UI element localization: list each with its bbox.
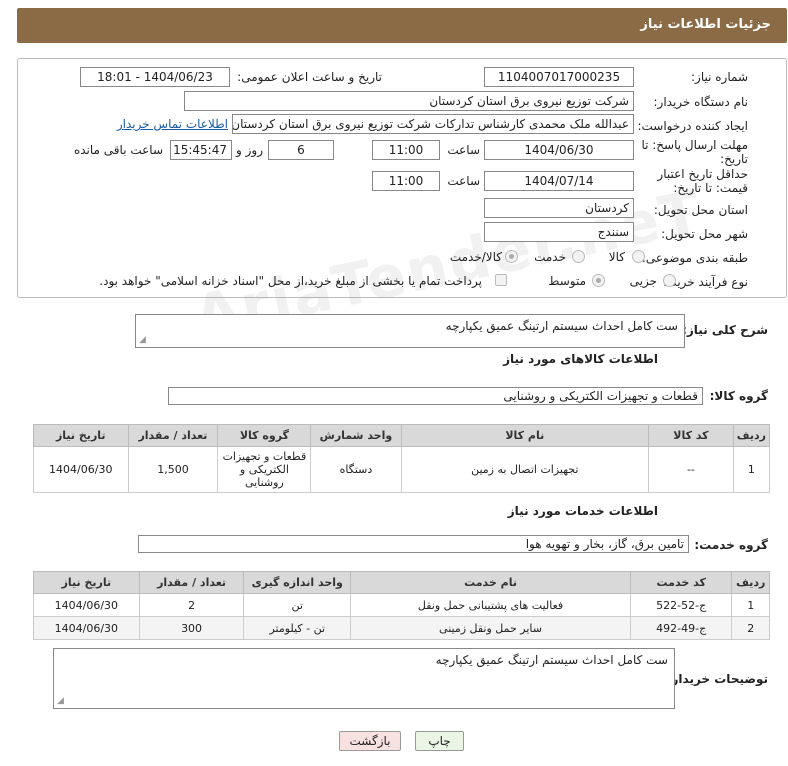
goods-col-date: تاریخ نیاز: [33, 424, 129, 447]
services-cell-row: 1: [731, 593, 770, 617]
treasury-checkbox[interactable]: [495, 274, 507, 286]
category-radio-goods-service[interactable]: [505, 250, 518, 263]
treasury-note: پرداخت تمام یا بخشی از مبلغ خرید،از محل …: [99, 274, 482, 288]
services-col-unit: واحد اندازه گیری: [243, 571, 352, 594]
buyer-org-label: نام دستگاه خریدار:: [653, 95, 749, 109]
requester-label: ایجاد کننده درخواست:: [637, 119, 748, 133]
remaining-label: ساعت باقی مانده: [73, 143, 163, 157]
services-cell-unit: تن - کیلومتر: [243, 616, 352, 640]
remaining-time-field: 15:45:47: [170, 140, 232, 160]
process-label: نوع فرآیند خرید :: [663, 275, 748, 289]
services-cell-name: سایر حمل ونقل زمینی: [350, 616, 631, 640]
validity-label: حداقل تاریخ اعتبار قیمت: تا تاریخ:: [657, 167, 748, 195]
category-option-service: خدمت: [534, 250, 566, 264]
goods-cell-code: --: [648, 446, 734, 493]
services-group-label: گروه خدمت:: [694, 538, 768, 552]
services-col-row: ردیف: [731, 571, 770, 594]
goods-col-code: کد کالا: [648, 424, 734, 447]
back-button[interactable]: بازگشت: [339, 731, 401, 751]
process-option-minor: جزیی: [629, 274, 657, 288]
deadline-time-label: ساعت: [447, 143, 480, 157]
validity-time-field: 11:00: [372, 171, 440, 191]
category-option-goods-service: کالا/خدمت: [449, 250, 502, 264]
days-label: روز و: [236, 143, 263, 157]
city-field: سنندج: [484, 222, 634, 242]
province-field: کردستان: [484, 198, 634, 218]
description-text: ست کامل احداث سیستم ارتینگ عمیق یکپارچه: [445, 319, 678, 333]
services-cell-date: 1404/06/30: [33, 616, 140, 640]
deadline-time-field: 11:00: [372, 140, 440, 160]
goods-cell-row: 1: [732, 446, 771, 493]
goods-col-qty: تعداد / مقدار: [127, 424, 219, 447]
deadline-days-field: 6: [268, 140, 334, 160]
services-col-name: نام خدمت: [350, 571, 631, 594]
process-radio-minor[interactable]: [663, 274, 676, 287]
deadline-date-field: 1404/06/30: [484, 140, 634, 160]
goods-cell-name: تجهیزات اتصال به زمین: [400, 446, 650, 493]
table-row: 1 ج-52-522 فعالیت های پشتیبانی حمل ونقل …: [33, 593, 770, 617]
services-cell-code: ج-52-522: [629, 593, 733, 617]
page-header: جزئیات اطلاعات نیاز: [17, 8, 787, 43]
need-number-label: شماره نیاز:: [691, 70, 748, 84]
resize-grip-icon[interactable]: ◢: [57, 696, 64, 706]
city-label: شهر محل تحویل:: [661, 227, 748, 241]
validity-date-field: 1404/07/14: [484, 171, 634, 191]
services-col-date: تاریخ نیاز: [33, 571, 140, 594]
category-radio-service[interactable]: [572, 250, 585, 263]
buyer-notes-field: ست کامل احداث سیستم ارتینگ عمیق یکپارچه …: [53, 648, 675, 709]
deadline-label: مهلت ارسال پاسخ: تا تاریخ:: [641, 138, 748, 166]
province-label: استان محل تحویل:: [653, 203, 748, 217]
category-option-goods: کالا: [608, 250, 625, 264]
goods-cell-qty: 1,500: [127, 446, 219, 493]
resize-grip-icon[interactable]: ◢: [139, 335, 146, 345]
category-radio-goods[interactable]: [632, 250, 645, 263]
buyer-org-field: شرکت توزیع نیروی برق استان کردستان: [184, 91, 634, 111]
print-button[interactable]: چاپ: [415, 731, 464, 751]
services-col-code: کد خدمت: [629, 571, 733, 594]
goods-col-group: گروه کالا: [217, 424, 312, 447]
services-cell-qty: 2: [138, 593, 245, 617]
goods-col-unit: واحد شمارش: [310, 424, 402, 447]
description-label: شرح کلی نیاز:: [682, 323, 768, 337]
services-cell-date: 1404/06/30: [33, 593, 140, 617]
table-row: 2 ج-49-492 سایر حمل ونقل زمینی تن - کیلو…: [33, 616, 770, 640]
goods-col-name: نام کالا: [400, 424, 650, 447]
page-title: جزئیات اطلاعات نیاز: [640, 17, 771, 32]
services-col-qty: تعداد / مقدار: [138, 571, 245, 594]
buyer-notes-label: توضیحات خریدار:: [666, 672, 768, 686]
need-number-field: 1104007017000235: [484, 67, 634, 87]
process-option-medium: متوسط: [548, 274, 586, 288]
process-radio-medium[interactable]: [592, 274, 605, 287]
table-row: 1 -- تجهیزات اتصال به زمین دستگاه قطعات …: [33, 446, 771, 493]
goods-cell-group: قطعات و تجهیزات الکتریکی و روشنایی: [217, 446, 312, 493]
validity-time-label: ساعت: [447, 174, 480, 188]
announce-field: 1404/06/23 - 18:01: [80, 67, 230, 87]
goods-cell-date: 1404/06/30: [33, 446, 129, 493]
goods-group-label: گروه کالا:: [709, 389, 768, 403]
services-group-field: تامین برق، گاز، بخار و تهویه هوا: [138, 535, 689, 553]
services-section-title: اطلاعات خدمات مورد نیاز: [507, 504, 658, 518]
buyer-notes-text: ست کامل احداث سیستم ارتینگ عمیق یکپارچه: [435, 653, 668, 667]
goods-table: ردیف کد کالا نام کالا واحد شمارش گروه کا…: [33, 424, 771, 493]
category-label: طبقه بندی موضوعی:: [641, 251, 748, 265]
goods-section-title: اطلاعات کالاهای مورد نیاز: [503, 352, 658, 366]
services-table: ردیف کد خدمت نام خدمت واحد اندازه گیری ت…: [33, 571, 770, 640]
goods-cell-unit: دستگاه: [310, 446, 402, 493]
services-cell-row: 2: [731, 616, 770, 640]
services-cell-qty: 300: [138, 616, 245, 640]
goods-col-row: ردیف: [732, 424, 771, 447]
description-field: ست کامل احداث سیستم ارتینگ عمیق یکپارچه …: [135, 314, 685, 348]
services-cell-code: ج-49-492: [629, 616, 733, 640]
services-cell-unit: تن: [243, 593, 352, 617]
buyer-contact-link[interactable]: اطلاعات تماس خریدار: [117, 117, 228, 131]
goods-group-field: قطعات و تجهیزات الکتریکی و روشنایی: [168, 387, 703, 405]
services-cell-name: فعالیت های پشتیبانی حمل ونقل: [350, 593, 631, 617]
announce-label: تاریخ و ساعت اعلان عمومی:: [237, 70, 382, 84]
requester-field: عبدالله ملک محمدی کارشناس تدارکات شرکت ت…: [232, 114, 634, 134]
